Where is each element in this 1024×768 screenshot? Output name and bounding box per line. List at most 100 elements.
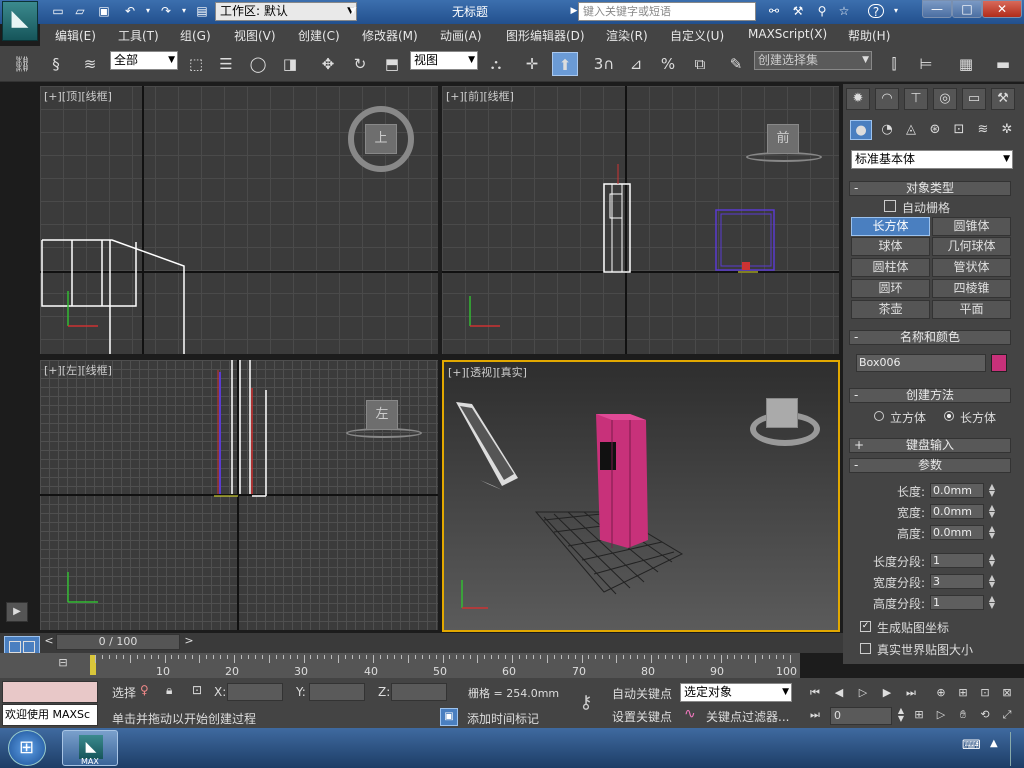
menu-maxscript[interactable]: MAXScript(X) <box>748 27 827 41</box>
sphere-button[interactable]: 球体 <box>851 237 930 256</box>
taskbar-3dsmax-button[interactable]: ◣ MAX <box>62 730 118 766</box>
edit-named-selection-icon[interactable]: ✎ <box>724 52 748 76</box>
x-coord-input[interactable] <box>227 683 283 701</box>
undo-icon[interactable]: ↶ <box>122 4 138 18</box>
width-spinner[interactable]: 0.0mm <box>930 504 984 519</box>
open-minicurve-icon[interactable]: ⊟ <box>52 656 74 674</box>
close-button[interactable]: ✕ <box>982 0 1022 18</box>
app-logo-button[interactable]: ◣ <box>2 1 38 41</box>
unlink-icon[interactable]: § <box>44 52 68 76</box>
gen-map-coords-checkbox[interactable]: ✓ <box>860 621 871 632</box>
search-input[interactable]: 键入关键字或短语 <box>578 2 756 21</box>
align-icon[interactable]: ⊨ <box>914 52 938 76</box>
width-segs-spinner[interactable]: 3 <box>930 574 984 589</box>
spinner-arrows-icon[interactable]: ▲ ▼ <box>892 707 910 723</box>
viewport-front[interactable]: [+][前][线框] 前 <box>442 86 839 354</box>
maxscript-listener-white[interactable]: 欢迎使用 MAXSc <box>2 704 98 726</box>
field-of-view-icon[interactable]: ▷ <box>932 707 950 723</box>
spinner-arrows-icon[interactable]: ▲ ▼ <box>987 483 997 498</box>
pan-hand-icon[interactable]: ✋︎ <box>954 707 972 723</box>
window-crossing-icon[interactable]: ◨ <box>278 52 302 76</box>
viewport-perspective[interactable]: [+][透视][真实] <box>442 360 840 632</box>
zoom-all-icon[interactable]: ⊞ <box>954 685 972 701</box>
selection-lock-icon[interactable]: 🔒︎ <box>166 683 172 698</box>
geometry-icon[interactable]: ● <box>850 120 872 140</box>
angle-snap-icon[interactable]: ⊿ <box>624 52 648 76</box>
spinner-snap-icon[interactable]: ⧉ <box>688 52 712 76</box>
link-icon[interactable]: ⛓ <box>10 52 34 76</box>
open-file-icon[interactable]: ▱ <box>72 4 88 18</box>
isolate-selection-icon[interactable]: ♀ <box>140 683 149 697</box>
rollout-object-type[interactable]: - 对象类型 <box>849 181 1011 196</box>
real-world-map-checkbox[interactable] <box>860 643 871 654</box>
lights-icon[interactable]: ◬ <box>900 120 922 140</box>
zoom-extents-icon[interactable]: ⊡ <box>976 685 994 701</box>
help-dropdown-icon[interactable]: ▾ <box>888 4 904 18</box>
select-object-icon[interactable]: ⬚ <box>184 52 208 76</box>
zoom-icon[interactable]: ⊕ <box>932 685 950 701</box>
length-segs-spinner[interactable]: 1 <box>930 553 984 568</box>
teapot-button[interactable]: 茶壶 <box>851 300 930 319</box>
show-desktop-button[interactable] <box>1010 732 1022 766</box>
menu-customize[interactable]: 自定义(U) <box>670 27 724 44</box>
key-selection-dropdown[interactable]: 选定对象 ▼ <box>680 683 792 702</box>
save-icon[interactable]: ▣ <box>96 4 112 18</box>
workspace-dropdown[interactable]: 工作区: 默认 ▼ <box>215 2 357 21</box>
hierarchy-tab-icon[interactable]: ⊤ <box>904 88 928 110</box>
display-tab-icon[interactable]: ▭ <box>962 88 986 110</box>
render-setup-icon[interactable]: ▬ <box>990 52 1016 76</box>
next-frame-icon[interactable]: ▶︎ <box>878 685 896 701</box>
spinner-arrows-icon[interactable]: ▲ ▼ <box>987 504 997 519</box>
z-coord-input[interactable] <box>391 683 447 701</box>
helpers-icon[interactable]: ⊡ <box>948 120 970 140</box>
cone-button[interactable]: 圆锥体 <box>932 217 1011 236</box>
set-key-button[interactable]: 设置关键点 <box>612 708 672 725</box>
maxscript-listener-pink[interactable] <box>2 681 98 703</box>
spinner-arrows-icon[interactable]: ▲ ▼ <box>987 525 997 540</box>
rollout-keyboard-entry[interactable]: + 键盘输入 <box>849 438 1011 453</box>
reference-coord-dropdown[interactable]: 视图 ▼ <box>410 51 478 70</box>
select-by-name-icon[interactable]: ☰ <box>214 52 238 76</box>
spinner-arrows-icon[interactable]: ▲ ▼ <box>987 553 997 568</box>
cameras-icon[interactable]: ⊛ <box>924 120 946 140</box>
object-category-dropdown[interactable]: 标准基本体 ▼ <box>851 150 1013 169</box>
maximize-viewport-icon[interactable]: ⤢ <box>998 707 1016 723</box>
menu-tools[interactable]: 工具(T) <box>118 27 159 44</box>
play-icon[interactable]: ▷ <box>854 685 872 701</box>
zoom-extents-all-icon[interactable]: ⊠ <box>998 685 1016 701</box>
systems-icon[interactable]: ✲ <box>996 120 1018 140</box>
menu-help[interactable]: 帮助(H) <box>848 27 890 44</box>
binoculars-icon[interactable]: ⚯ <box>766 4 782 18</box>
percent-snap-icon[interactable]: % <box>656 52 680 76</box>
spinner-arrows-icon[interactable]: ▲ ▼ <box>987 595 997 610</box>
orbit-icon[interactable]: ⟲ <box>976 707 994 723</box>
help-icon[interactable]: ? <box>868 4 884 19</box>
auto-key-button[interactable]: 自动关键点 <box>612 685 672 702</box>
create-tab-icon[interactable]: ✹ <box>846 88 870 110</box>
menu-rendering[interactable]: 渲染(R) <box>606 27 648 44</box>
time-slider-thumb[interactable]: 0 / 100 <box>56 634 180 650</box>
key-filters-button[interactable]: 关键点过滤器... <box>706 708 789 725</box>
menu-edit[interactable]: 编辑(E) <box>55 27 96 44</box>
modify-tab-icon[interactable]: ◠ <box>875 88 899 110</box>
bind-space-warp-icon[interactable]: ≋ <box>78 52 102 76</box>
length-spinner[interactable]: 0.0mm <box>930 483 984 498</box>
named-selection-dropdown[interactable]: 创建选择集 ▼ <box>754 51 872 70</box>
autogrid-checkbox[interactable] <box>884 200 896 212</box>
scale-icon[interactable]: ⬒ <box>380 52 404 76</box>
move-icon[interactable]: ✥ <box>316 52 340 76</box>
mirror-icon[interactable]: ⫿ <box>882 52 906 76</box>
customize-arrow-icon[interactable]: ▼ <box>345 4 361 18</box>
redo-dropdown-icon[interactable]: ▾ <box>176 4 192 18</box>
pyramid-button[interactable]: 四棱锥 <box>932 279 1011 298</box>
absolute-mode-icon[interactable]: ⊡ <box>192 683 202 697</box>
keyboard-shortcut-override-icon[interactable]: ⬆ <box>552 52 578 76</box>
spinner-arrows-icon[interactable]: ▲ ▼ <box>987 574 997 589</box>
box-radio[interactable] <box>944 411 954 421</box>
key-mode-icon[interactable]: ⏭︎ <box>806 707 824 723</box>
space-warps-icon[interactable]: ≋ <box>972 120 994 140</box>
menu-animation[interactable]: 动画(A) <box>440 27 482 44</box>
expand-maxscript-button[interactable]: ▶ <box>6 602 28 622</box>
rotate-icon[interactable]: ↻ <box>348 52 372 76</box>
current-frame-input[interactable]: 0 <box>830 707 892 725</box>
